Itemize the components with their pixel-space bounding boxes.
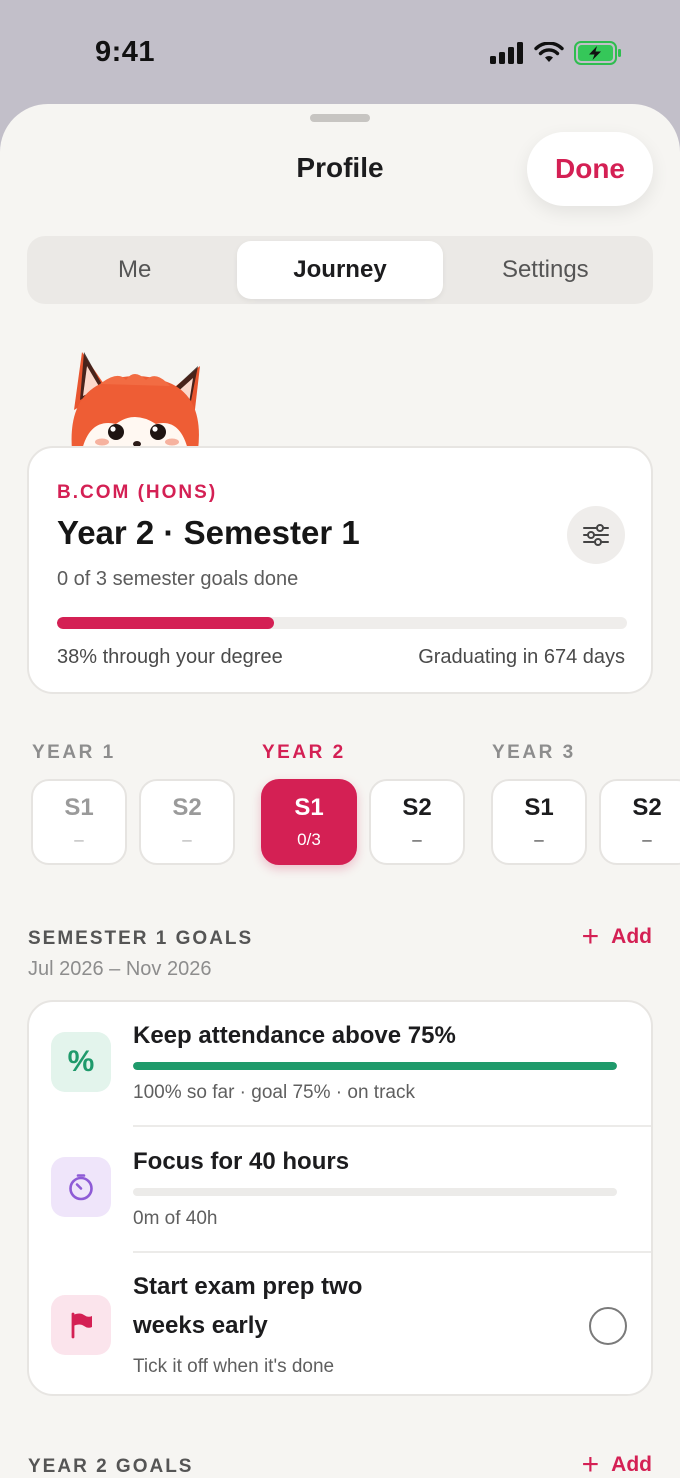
sliders-icon — [583, 524, 609, 546]
year-label-3: YEAR 3 — [492, 742, 576, 763]
status-bar: 9:41 — [0, 0, 680, 104]
semester-pill-y2-s2[interactable]: S2 – — [369, 779, 465, 865]
plus-icon: + — [581, 1448, 600, 1478]
semester-pill-y3-s1[interactable]: S1 – — [491, 779, 587, 865]
status-time: 9:41 — [95, 36, 156, 68]
semester-pill-y1-s1[interactable]: S1 – — [31, 779, 127, 865]
year-label-2: YEAR 2 — [262, 742, 346, 763]
cellular-signal-icon — [490, 42, 523, 64]
percent-icon: % — [51, 1032, 111, 1092]
add-year-goal-button[interactable]: + Add — [582, 1450, 652, 1478]
semester-goals-dates: Jul 2026 – Nov 2026 — [28, 958, 212, 980]
degree-progress-text: 38% through your degree — [57, 646, 283, 668]
journey-settings-button[interactable] — [567, 506, 625, 564]
semester-count: – — [642, 830, 652, 849]
semester-name: S2 — [632, 794, 662, 821]
degree-progress-fill — [57, 617, 274, 629]
semester-pill-y1-s2[interactable]: S2 – — [139, 779, 235, 865]
goal-complete-checkbox[interactable] — [589, 1307, 627, 1345]
graduation-countdown: Graduating in 674 days — [418, 646, 625, 668]
semester-name: S2 — [172, 794, 202, 821]
semester-name: S2 — [402, 794, 432, 821]
degree-progress-bar — [57, 617, 627, 629]
semester-name: S1 — [294, 794, 324, 821]
goal-meta: Tick it off when it's done — [133, 1356, 335, 1377]
goal-meta: 100% so far · goal 75% · on track — [133, 1082, 415, 1103]
semester-count: – — [534, 830, 544, 849]
semester-count: – — [412, 830, 422, 849]
goal-title-line-2: weeks early — [133, 1312, 268, 1339]
battery-charging-icon — [574, 41, 621, 65]
status-icons — [490, 41, 622, 65]
semester-name: S1 — [524, 794, 554, 821]
semester-name: S1 — [64, 794, 94, 821]
semester-goals-list: % Keep attendance above 75% 100% so far … — [27, 1000, 653, 1396]
goal-row-exam-prep[interactable]: Start exam prep two weeks early Tick it … — [29, 1253, 651, 1394]
add-label: Add — [611, 925, 652, 948]
degree-program-label: B.COM (HONS) — [57, 482, 218, 503]
profile-sheet: Profile Done Me Journey Settings B.COM (… — [0, 104, 680, 1478]
timer-icon — [51, 1157, 111, 1217]
goal-meta: 0m of 40h — [133, 1208, 218, 1229]
tab-journey[interactable]: Journey — [237, 241, 443, 299]
wifi-icon — [534, 42, 564, 62]
semester-count: – — [74, 830, 84, 849]
year-label-1: YEAR 1 — [32, 742, 116, 763]
semester-goals-title: SEMESTER 1 GOALS — [28, 928, 254, 949]
goal-title-line-1: Start exam prep two — [133, 1273, 363, 1300]
goal-progress-fill — [133, 1062, 617, 1070]
done-button[interactable]: Done — [527, 132, 653, 206]
tab-settings[interactable]: Settings — [443, 241, 648, 299]
add-label: Add — [611, 1453, 652, 1476]
sheet-grabber[interactable] — [310, 114, 370, 122]
flag-icon — [51, 1295, 111, 1355]
goal-row-focus[interactable]: Focus for 40 hours 0m of 40h — [29, 1127, 651, 1251]
semester-pill-y2-s1[interactable]: S1 0/3 — [261, 779, 357, 865]
tab-me[interactable]: Me — [32, 241, 237, 299]
fox-mascot-image — [71, 352, 200, 450]
semester-count: – — [182, 830, 192, 849]
plus-icon: + — [581, 920, 600, 953]
semester-timeline: YEAR 1 YEAR 2 YEAR 3 S1 – S2 – S1 0/3 S2… — [0, 742, 680, 872]
semester-goals-summary: 0 of 3 semester goals done — [57, 568, 299, 590]
goal-row-attendance[interactable]: % Keep attendance above 75% 100% so far … — [29, 1002, 651, 1126]
profile-tabs: Me Journey Settings — [27, 236, 653, 304]
current-semester-heading: Year 2 · Semester 1 — [57, 514, 360, 551]
year-goals-title: YEAR 2 GOALS — [28, 1456, 194, 1477]
add-semester-goal-button[interactable]: + Add — [582, 922, 652, 952]
degree-progress-card: B.COM (HONS) Year 2 · Semester 1 0 of 3 … — [27, 446, 653, 694]
semester-pill-y3-s2[interactable]: S2 – — [599, 779, 680, 865]
semester-count: 0/3 — [297, 830, 321, 849]
goal-title: Keep attendance above 75% — [133, 1022, 456, 1049]
goal-title: Focus for 40 hours — [133, 1148, 350, 1175]
goal-progress-bar — [133, 1188, 617, 1196]
goal-progress-bar — [133, 1062, 617, 1070]
